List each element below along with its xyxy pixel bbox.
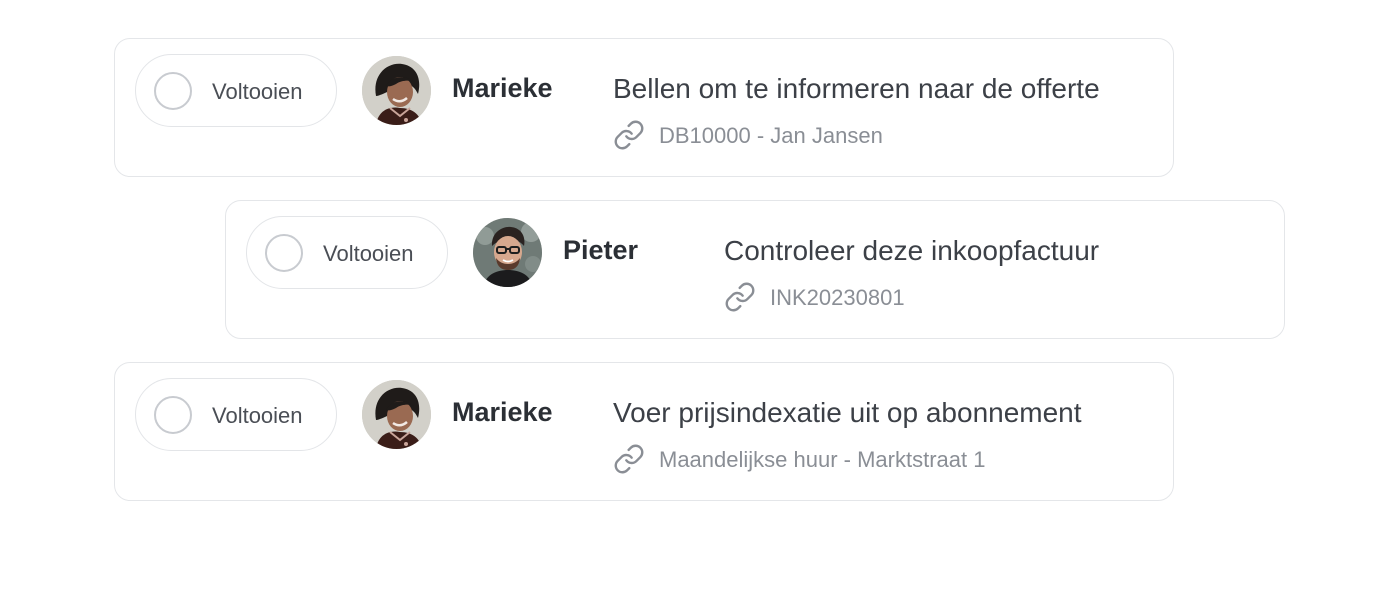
task-card: Voltooien Pieter Controleer deze inkoopf… — [225, 200, 1285, 339]
link-icon — [724, 281, 756, 313]
linked-record-link[interactable]: INK20230801 — [770, 285, 905, 311]
task-card: Voltooien Marieke Voer prijsindexatie ui… — [114, 362, 1174, 501]
complete-label: Voltooien — [323, 241, 414, 266]
complete-label: Voltooien — [212, 403, 303, 428]
link-icon — [613, 119, 645, 151]
assignee-name: Marieke — [452, 397, 553, 427]
complete-button[interactable]: Voltooien — [135, 378, 337, 451]
complete-button[interactable]: Voltooien — [246, 216, 448, 289]
task-title[interactable]: Voer prijsindexatie uit op abonnement — [613, 397, 1082, 429]
checkbox-circle-icon[interactable] — [154, 72, 192, 110]
complete-button[interactable]: Voltooien — [135, 54, 337, 127]
task-title[interactable]: Controleer deze inkoopfactuur — [724, 235, 1099, 267]
checkbox-circle-icon[interactable] — [154, 396, 192, 434]
assignee-avatar — [362, 56, 431, 125]
assignee-avatar — [473, 218, 542, 287]
link-icon — [613, 443, 645, 475]
task-card: Voltooien Marieke Bellen om te informere… — [114, 38, 1174, 177]
linked-record-link[interactable]: Maandelijkse huur - Marktstraat 1 — [659, 447, 985, 473]
assignee-avatar — [362, 380, 431, 449]
assignee-name: Marieke — [452, 73, 553, 103]
assignee-name: Pieter — [563, 235, 639, 265]
complete-label: Voltooien — [212, 79, 303, 104]
checkbox-circle-icon[interactable] — [265, 234, 303, 272]
task-title[interactable]: Bellen om te informeren naar de offerte — [613, 73, 1100, 105]
linked-record-link[interactable]: DB10000 - Jan Jansen — [659, 123, 883, 149]
